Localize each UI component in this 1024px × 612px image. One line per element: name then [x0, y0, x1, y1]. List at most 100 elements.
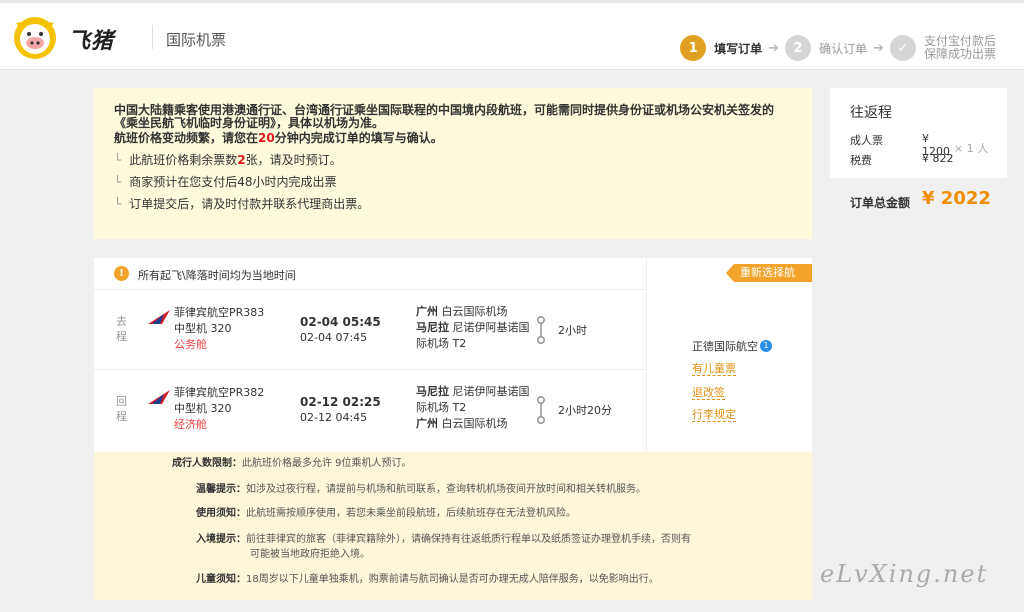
- check-icon: ✓: [890, 35, 916, 61]
- baggage-rules-link[interactable]: 行李规定: [692, 408, 736, 422]
- airports: 马尼拉 尼诺伊阿基诺国 际机场 T2 广州 白云国际机场: [416, 384, 536, 432]
- bullet-icon: └: [114, 197, 122, 211]
- trip-type: 往返程: [850, 105, 892, 121]
- rule-key: 使用须知：: [196, 508, 246, 519]
- header-divider: [152, 25, 153, 49]
- airline-info: 菲律宾航空PR383 中型机 320 公务舱: [174, 305, 264, 353]
- to-airport-b: 际机场 T2: [416, 337, 467, 350]
- id-notice-text: 中国大陆籍乘客使用港澳通行证、台湾通行证乘坐国际联程的中国境内段航班，可能需同时…: [114, 103, 775, 130]
- from-airport: 白云国际机场: [441, 305, 508, 318]
- rule-text: 如涉及过夜行程，请提前与机场和航司联系，查询转机机场夜间开放时间和相关转机服务。: [246, 484, 646, 495]
- rule-key: 成行人数限制：: [172, 458, 242, 469]
- from-airport-b: 际机场 T2: [416, 401, 467, 414]
- rule-item: 使用须知：此航班需按顺序使用，若您未乘坐前段航班，后续航班存在无法登机风险。: [196, 506, 576, 521]
- important-notice: 中国大陆籍乘客使用港澳通行证、台湾通行证乘坐国际联程的中国境内段航班，可能需同时…: [94, 88, 812, 239]
- rule-key: 温馨提示：: [196, 484, 246, 495]
- airline-logo-icon: [148, 310, 170, 324]
- minutes-remaining: 20: [258, 131, 275, 145]
- flight-leg-return: 回程 菲律宾航空PR382 中型机 320 经济舱 02-12 02:25 02…: [94, 370, 646, 450]
- tax-label: 税费: [850, 154, 872, 167]
- arrow-right-icon: ➔: [768, 40, 780, 56]
- adult-fare-row: 成人票 ¥ 1200: [850, 132, 960, 158]
- reselect-flight-button[interactable]: 重新选择航班: [726, 264, 812, 282]
- step-2-label: 确认订单: [819, 41, 868, 56]
- agent-level-badge: 1: [760, 340, 772, 352]
- leg-direction: 回程: [116, 394, 130, 424]
- airline-flight-no: 菲律宾航空PR383: [174, 306, 265, 319]
- tickets-left-post: 张，请及时预订。: [245, 153, 342, 167]
- order-steps: 1 填写订单 ➔ 2 确认订单 ➔ ✓ 支付宝付款后 保障成功出票: [680, 35, 996, 61]
- rule-text: 18周岁以下儿童单独乘机，购票前请与航司确认是否可办理无成人陪伴服务，以免影响出…: [246, 574, 659, 585]
- list-item: └ 此航班价格剩余票数 2 张，请及时预订。: [114, 149, 794, 171]
- step-3-label: 支付宝付款后 保障成功出票: [924, 35, 996, 61]
- ticketing-time-text: 商家预计在您支付后48小时内完成出票: [129, 175, 337, 189]
- arrival-time: 02-04 07:45: [300, 331, 368, 344]
- to-airport: 白云国际机场: [441, 417, 508, 430]
- from-city: 广州: [416, 305, 438, 318]
- agent-name[interactable]: 正德国际航空 1: [692, 338, 772, 354]
- booking-rules: 成行人数限制：此航班价格最多允许 9位乘机人预订。 温馨提示：如涉及过夜行程，请…: [94, 452, 812, 600]
- tax-row: 税费 ¥ 822: [850, 152, 960, 168]
- flight-times: 02-04 05:45 02-04 07:45: [300, 314, 381, 346]
- flight-duration: 2小时20分: [558, 404, 612, 417]
- timezone-note: 所有起飞\降落时间均为当地时间: [138, 269, 296, 282]
- step-1-label: 填写订单: [714, 41, 763, 56]
- aircraft-type: 中型机 320: [174, 322, 232, 335]
- fliggy-logo-icon[interactable]: [8, 13, 64, 63]
- airports: 广州 白云国际机场 马尼拉 尼诺伊阿基诺国 际机场 T2: [416, 304, 536, 352]
- leg-direction-1: 去: [116, 315, 127, 328]
- rule-text: 此航班价格最多允许 9位乘机人预订。: [242, 458, 412, 469]
- rule-text: 前往菲律宾的旅客（菲律宾籍除外），请确保持有往返纸质行程单以及纸质签证办理登机手…: [246, 534, 691, 545]
- leg-direction: 去程: [116, 314, 130, 344]
- logo-text: 飞猪: [68, 29, 115, 54]
- tickets-left-count: 2: [237, 153, 246, 167]
- tax-value: ¥ 822: [922, 152, 954, 165]
- price-change-pre: 航班价格变动频繁，请您在: [114, 131, 259, 145]
- child-ticket-link[interactable]: 有儿童票: [692, 362, 736, 376]
- flight-times: 02-12 02:25 02-12 04:45: [300, 394, 381, 426]
- departure-time: 02-04 05:45: [300, 315, 381, 329]
- from-city: 马尼拉: [416, 385, 449, 398]
- list-item: └ 订单提交后，请及时付款并联系代理商出票。: [114, 193, 794, 215]
- rule-item: 入境提示：前往菲律宾的旅客（菲律宾籍除外），请确保持有往返纸质行程单以及纸质签证…: [196, 532, 691, 547]
- pay-reminder-text: 订单提交后，请及时付款并联系代理商出票。: [129, 197, 370, 211]
- rule-text: 此航班需按顺序使用，若您未乘坐前段航班，后续航班存在无法登机风险。: [246, 508, 576, 519]
- notice-list: └ 此航班价格剩余票数 2 张，请及时预订。 └ 商家预计在您支付后48小时内完成出…: [114, 149, 794, 215]
- step-3-label-line2: 保障成功出票: [924, 47, 997, 61]
- agent-name-text: 正德国际航空: [692, 340, 758, 353]
- leg-direction-2: 程: [116, 330, 127, 343]
- rule-item: 儿童须知：18周岁以下儿童单独乘机，购票前请与航司确认是否可办理无成人陪伴服务，…: [196, 572, 659, 587]
- cabin-class: 公务舱: [174, 338, 207, 351]
- total-value: ¥ 2022: [922, 188, 991, 209]
- rule-key: 儿童须知：: [196, 574, 246, 585]
- step-1-circle: 1: [680, 35, 707, 61]
- route-icon: [536, 316, 546, 344]
- refund-change-link[interactable]: 退改签: [692, 386, 725, 400]
- flight-leg-outbound: 去程 菲律宾航空PR383 中型机 320 公务舱 02-04 05:45 02…: [94, 290, 646, 370]
- page-title: 国际机票: [166, 31, 227, 49]
- departure-time: 02-12 02:25: [300, 395, 381, 409]
- rule-item: 温馨提示：如涉及过夜行程，请提前与机场和航司联系，查询转机机场夜间开放时间和相关…: [196, 482, 646, 497]
- rule-text-cont: 可能被当地政府拒绝入境。: [250, 549, 370, 560]
- price-change-notice: 航班价格变动频繁，请您在20分钟内完成订单的填写与确认。: [114, 132, 794, 145]
- to-city: 广州: [416, 417, 438, 430]
- warning-icon: !: [114, 266, 129, 281]
- leg-direction-1: 回: [116, 395, 127, 408]
- divider: [646, 258, 647, 452]
- leg-direction-2: 程: [116, 410, 127, 423]
- arrow-right-icon: ➔: [873, 40, 884, 56]
- from-airport-a: 尼诺伊阿基诺国: [452, 385, 530, 398]
- list-item: └ 商家预计在您支付后48小时内完成出票: [114, 171, 794, 193]
- passenger-qty: × 1 人: [954, 142, 989, 155]
- airline-info: 菲律宾航空PR382 中型机 320 经济舱: [174, 385, 264, 433]
- to-airport-a: 尼诺伊阿基诺国: [452, 321, 530, 334]
- flight-duration: 2小时: [558, 324, 587, 337]
- flight-card: ! 所有起飞\降落时间均为当地时间 重新选择航班 去程 菲律宾航空PR383 中…: [94, 258, 812, 452]
- rule-item: 成行人数限制：此航班价格最多允许 9位乘机人预订。: [172, 456, 412, 471]
- route-icon: [536, 396, 546, 424]
- airline-flight-no: 菲律宾航空PR382: [174, 386, 265, 399]
- bullet-icon: └: [114, 153, 122, 167]
- cabin-class: 经济舱: [174, 418, 207, 431]
- rule-key: 入境提示：: [196, 534, 246, 545]
- tickets-left-pre: 此航班价格剩余票数: [129, 153, 238, 167]
